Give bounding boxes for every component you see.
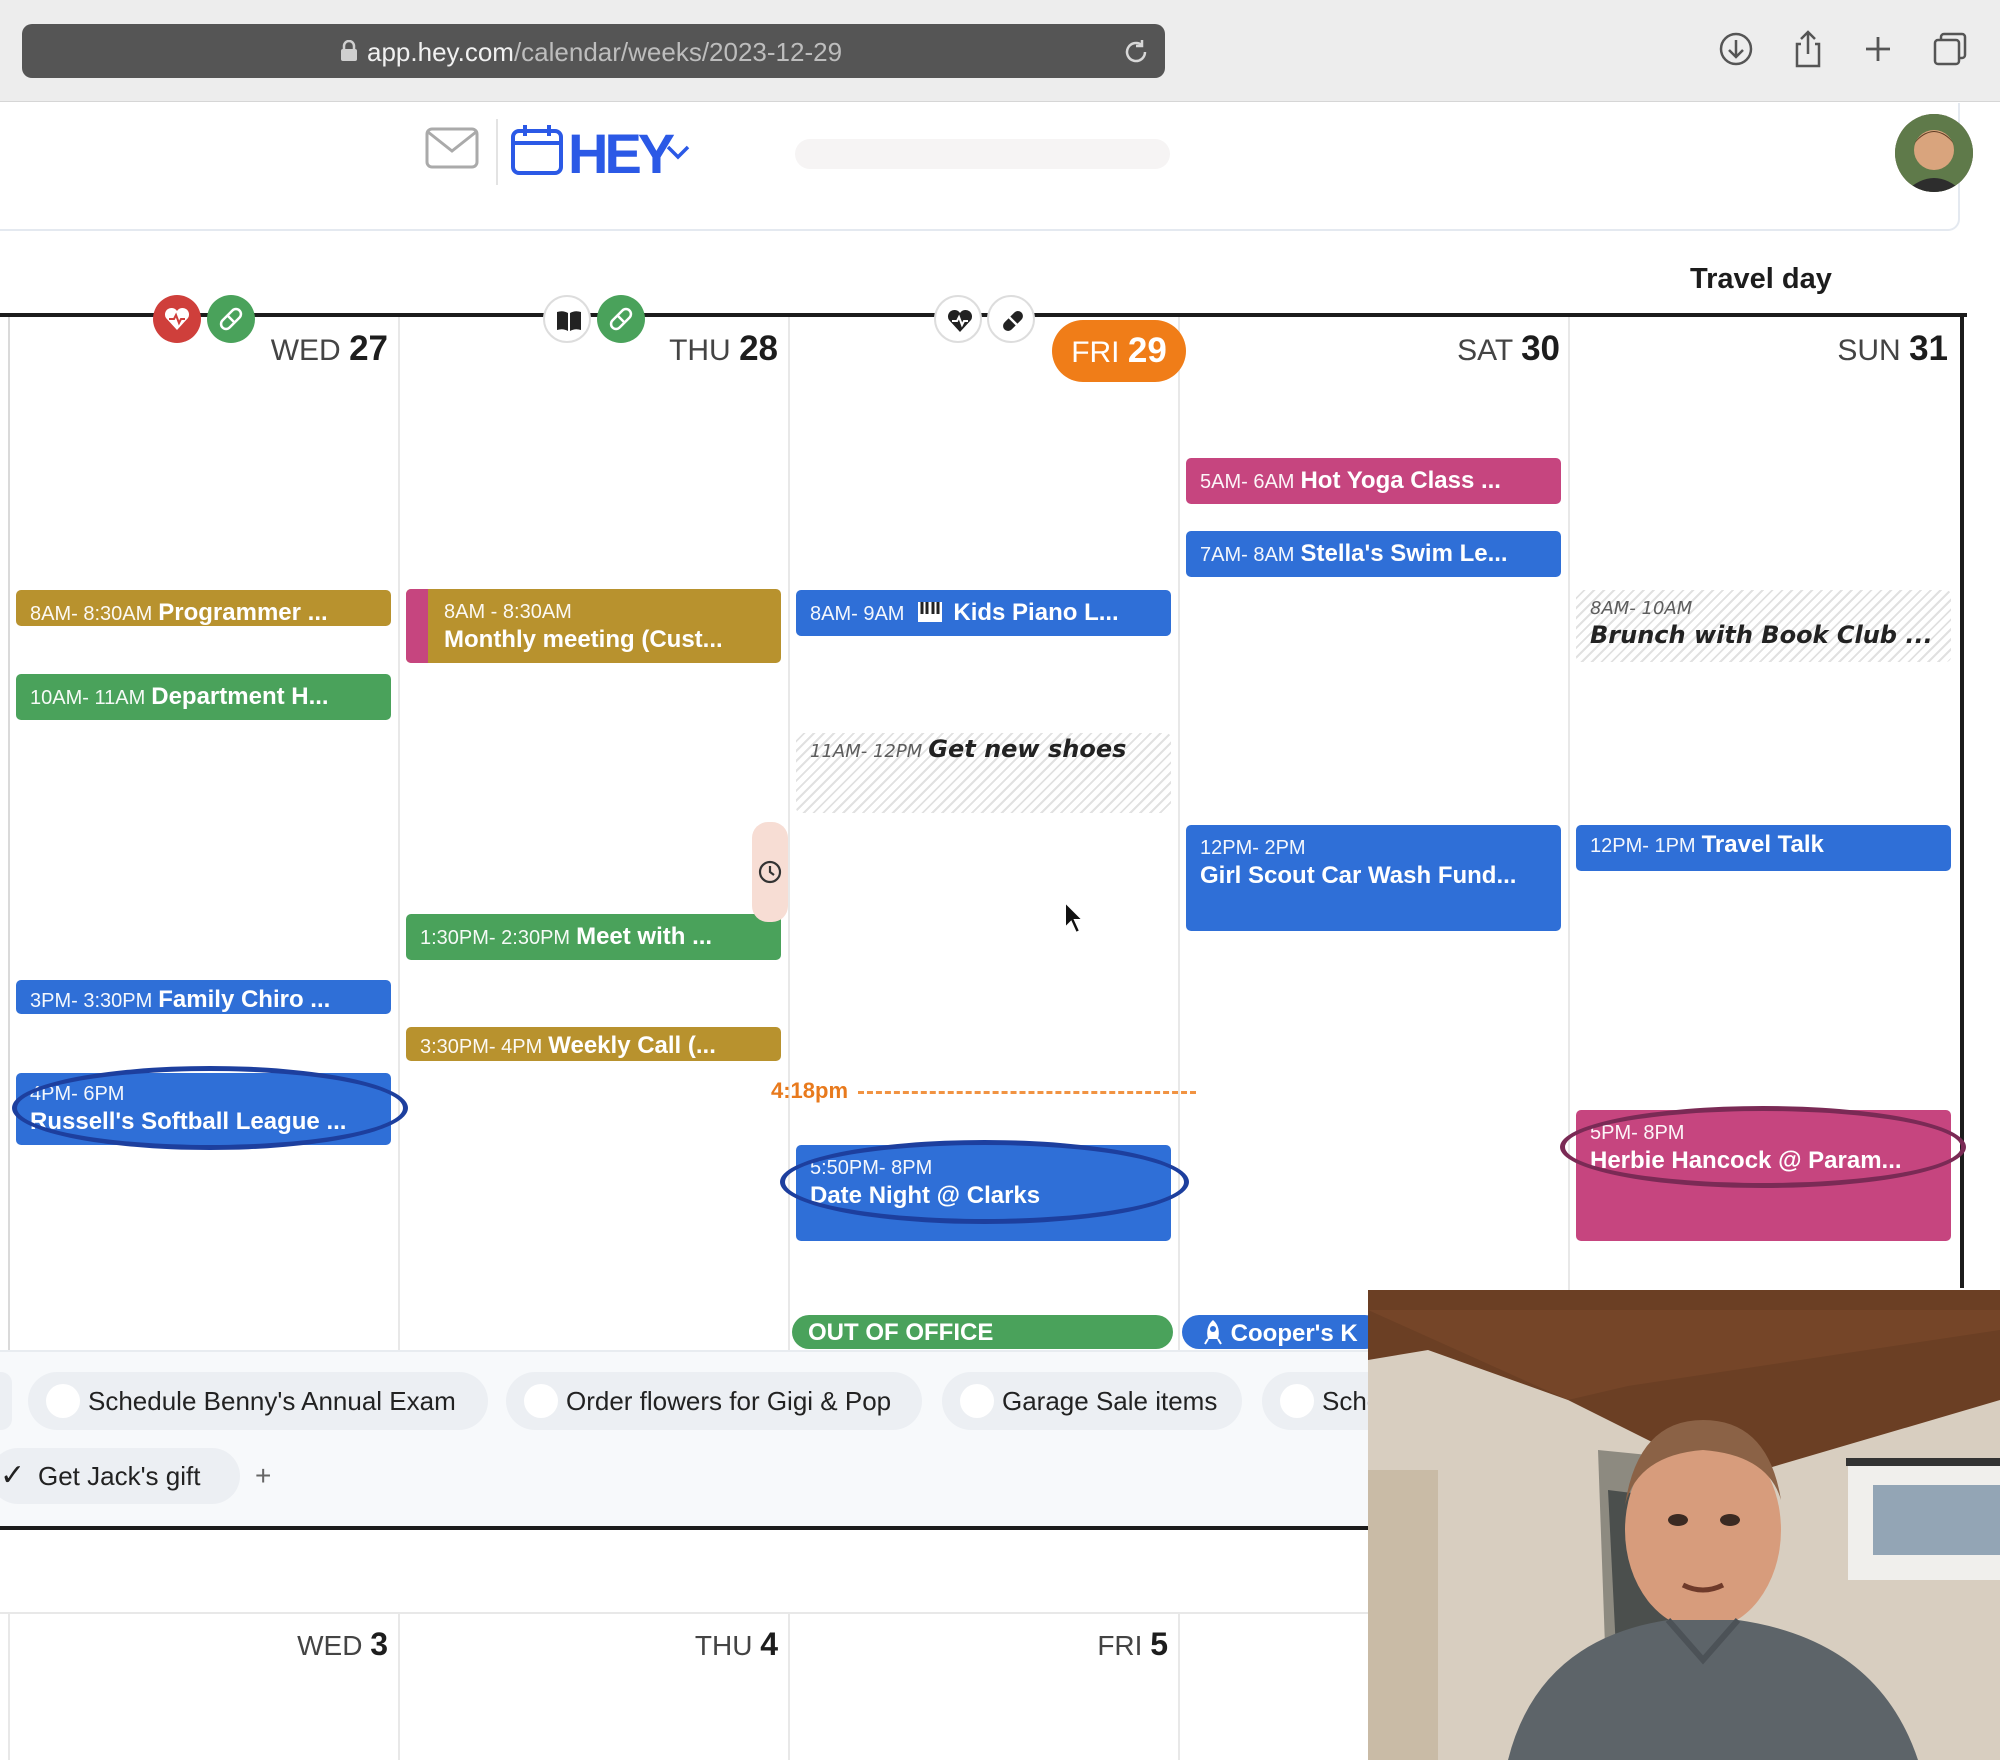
share-icon[interactable] bbox=[1787, 28, 1829, 70]
task-chip[interactable]: Garage Sale items bbox=[942, 1372, 1242, 1430]
task-checkbox[interactable] bbox=[46, 1384, 80, 1418]
column-divider bbox=[1568, 317, 1570, 1350]
task-chip[interactable] bbox=[0, 1372, 12, 1430]
mouse-cursor-icon bbox=[1064, 900, 1086, 935]
event[interactable]: 12PM- 2PM Girl Scout Car Wash Fund... bbox=[1186, 825, 1561, 931]
column-divider bbox=[788, 1614, 790, 1760]
webcam-video bbox=[1368, 1290, 2000, 1760]
current-time-line bbox=[858, 1091, 1196, 1094]
day-header-thu[interactable]: THU 28 bbox=[669, 329, 778, 369]
url-text: app.hey.com/calendar/weeks/2023-12-29 bbox=[367, 37, 843, 67]
screen: app.hey.com/calendar/weeks/2023-12-29 HE… bbox=[0, 0, 2000, 1760]
event[interactable]: 8AM- 10AM Brunch with Book Club ... bbox=[1576, 590, 1951, 662]
presenter-image bbox=[1368, 1290, 2000, 1760]
calendar-icon[interactable] bbox=[510, 123, 564, 177]
heart-icon bbox=[947, 309, 973, 332]
column-divider bbox=[1178, 1614, 1180, 1760]
current-time-label: 4:18pm bbox=[771, 1078, 849, 1103]
header-divider bbox=[496, 119, 498, 185]
day-header-sat[interactable]: SAT 30 bbox=[1457, 329, 1560, 369]
pill-icon bbox=[219, 307, 243, 331]
day-header-next-wed[interactable]: WED 3 bbox=[297, 1626, 388, 1663]
chevron-down-icon[interactable] bbox=[664, 141, 692, 163]
task-checkbox[interactable] bbox=[960, 1384, 994, 1418]
task-checkbox[interactable] bbox=[1280, 1384, 1314, 1418]
week-border-top bbox=[0, 313, 1967, 317]
pill-badge[interactable] bbox=[597, 295, 645, 343]
mail-icon[interactable] bbox=[425, 126, 479, 170]
event-color-stripe bbox=[406, 589, 428, 663]
day-header-sun[interactable]: SUN 31 bbox=[1837, 329, 1948, 369]
rocket-icon bbox=[1204, 1320, 1222, 1345]
travel-day-label: Travel day bbox=[1690, 263, 1832, 295]
clock-icon bbox=[758, 860, 782, 884]
pill-icon bbox=[1003, 311, 1023, 331]
day-header-wed[interactable]: WED 27 bbox=[271, 329, 388, 369]
blurred-region bbox=[795, 139, 1170, 169]
pill-icon bbox=[609, 307, 633, 331]
heart-icon bbox=[164, 307, 190, 330]
column-divider bbox=[398, 317, 400, 1350]
heart-badge[interactable] bbox=[934, 295, 982, 343]
address-bar[interactable]: app.hey.com/calendar/weeks/2023-12-29 bbox=[22, 24, 1165, 78]
event[interactable]: 3PM- 3:30PM Family Chiro ... bbox=[16, 980, 391, 1014]
event[interactable]: 7AM- 8AM Stella's Swim Le... bbox=[1186, 531, 1561, 577]
avatar[interactable] bbox=[1895, 114, 1973, 192]
book-icon bbox=[557, 311, 581, 331]
annotation-circle bbox=[780, 1140, 1189, 1224]
event[interactable]: 8AM- 9AM Kids Piano L... bbox=[796, 590, 1171, 636]
event[interactable]: 3:30PM- 4PM Weekly Call (... bbox=[406, 1027, 781, 1061]
allday-event[interactable]: Cooper's K bbox=[1182, 1315, 1382, 1349]
hey-logo[interactable]: HEY bbox=[568, 121, 675, 186]
event[interactable]: 12PM- 1PM Travel Talk bbox=[1576, 825, 1951, 871]
event[interactable]: 10AM- 11AM Department H... bbox=[16, 674, 391, 720]
check-icon[interactable]: ✓ bbox=[0, 1458, 25, 1493]
add-task-button[interactable]: + bbox=[255, 1460, 271, 1492]
annotation-circle bbox=[1560, 1106, 1966, 1188]
pill-badge[interactable] bbox=[987, 295, 1035, 343]
event[interactable]: 8AM - 8:30AM Monthly meeting (Cust... bbox=[406, 589, 781, 663]
allday-event[interactable]: OUT OF OFFICE bbox=[792, 1315, 1173, 1349]
time-tab[interactable] bbox=[752, 822, 788, 922]
column-divider bbox=[8, 1614, 10, 1760]
column-divider bbox=[8, 317, 10, 1350]
pill-badge[interactable] bbox=[207, 295, 255, 343]
piano-icon bbox=[917, 602, 942, 622]
column-divider bbox=[398, 1614, 400, 1760]
day-header-next-thu[interactable]: THU 4 bbox=[695, 1626, 778, 1663]
event[interactable]: 1:30PM- 2:30PM Meet with ... bbox=[406, 914, 781, 960]
new-tab-icon[interactable] bbox=[1857, 28, 1899, 70]
app-header: HEY bbox=[0, 103, 1973, 231]
event[interactable]: 5AM- 6AM Hot Yoga Class ... bbox=[1186, 458, 1561, 504]
task-chip[interactable]: Schedule Benny's Annual Exam bbox=[28, 1372, 488, 1430]
task-chip[interactable]: Order flowers for Gigi & Pop bbox=[506, 1372, 922, 1430]
event[interactable]: 11AM- 12PM Get new shoes bbox=[796, 733, 1171, 813]
event[interactable]: 8AM- 8:30AM Programmer ... bbox=[16, 590, 391, 626]
tabs-overview-icon[interactable] bbox=[1929, 28, 1971, 70]
browser-toolbar: app.hey.com/calendar/weeks/2023-12-29 bbox=[0, 0, 2000, 102]
next-week-divider bbox=[0, 1612, 1380, 1614]
download-icon[interactable] bbox=[1715, 28, 1757, 70]
day-header-fri-today[interactable]: FRI 29 bbox=[1052, 320, 1186, 382]
lock-icon bbox=[341, 40, 357, 61]
heart-badge[interactable] bbox=[153, 295, 201, 343]
day-header-next-fri[interactable]: FRI 5 bbox=[1097, 1626, 1168, 1663]
task-chip-completed[interactable]: ✓ Get Jack's gift bbox=[0, 1448, 240, 1504]
annotation-circle bbox=[12, 1066, 408, 1150]
reload-icon[interactable] bbox=[1121, 37, 1151, 67]
book-badge[interactable] bbox=[543, 295, 591, 343]
task-checkbox[interactable] bbox=[524, 1384, 558, 1418]
